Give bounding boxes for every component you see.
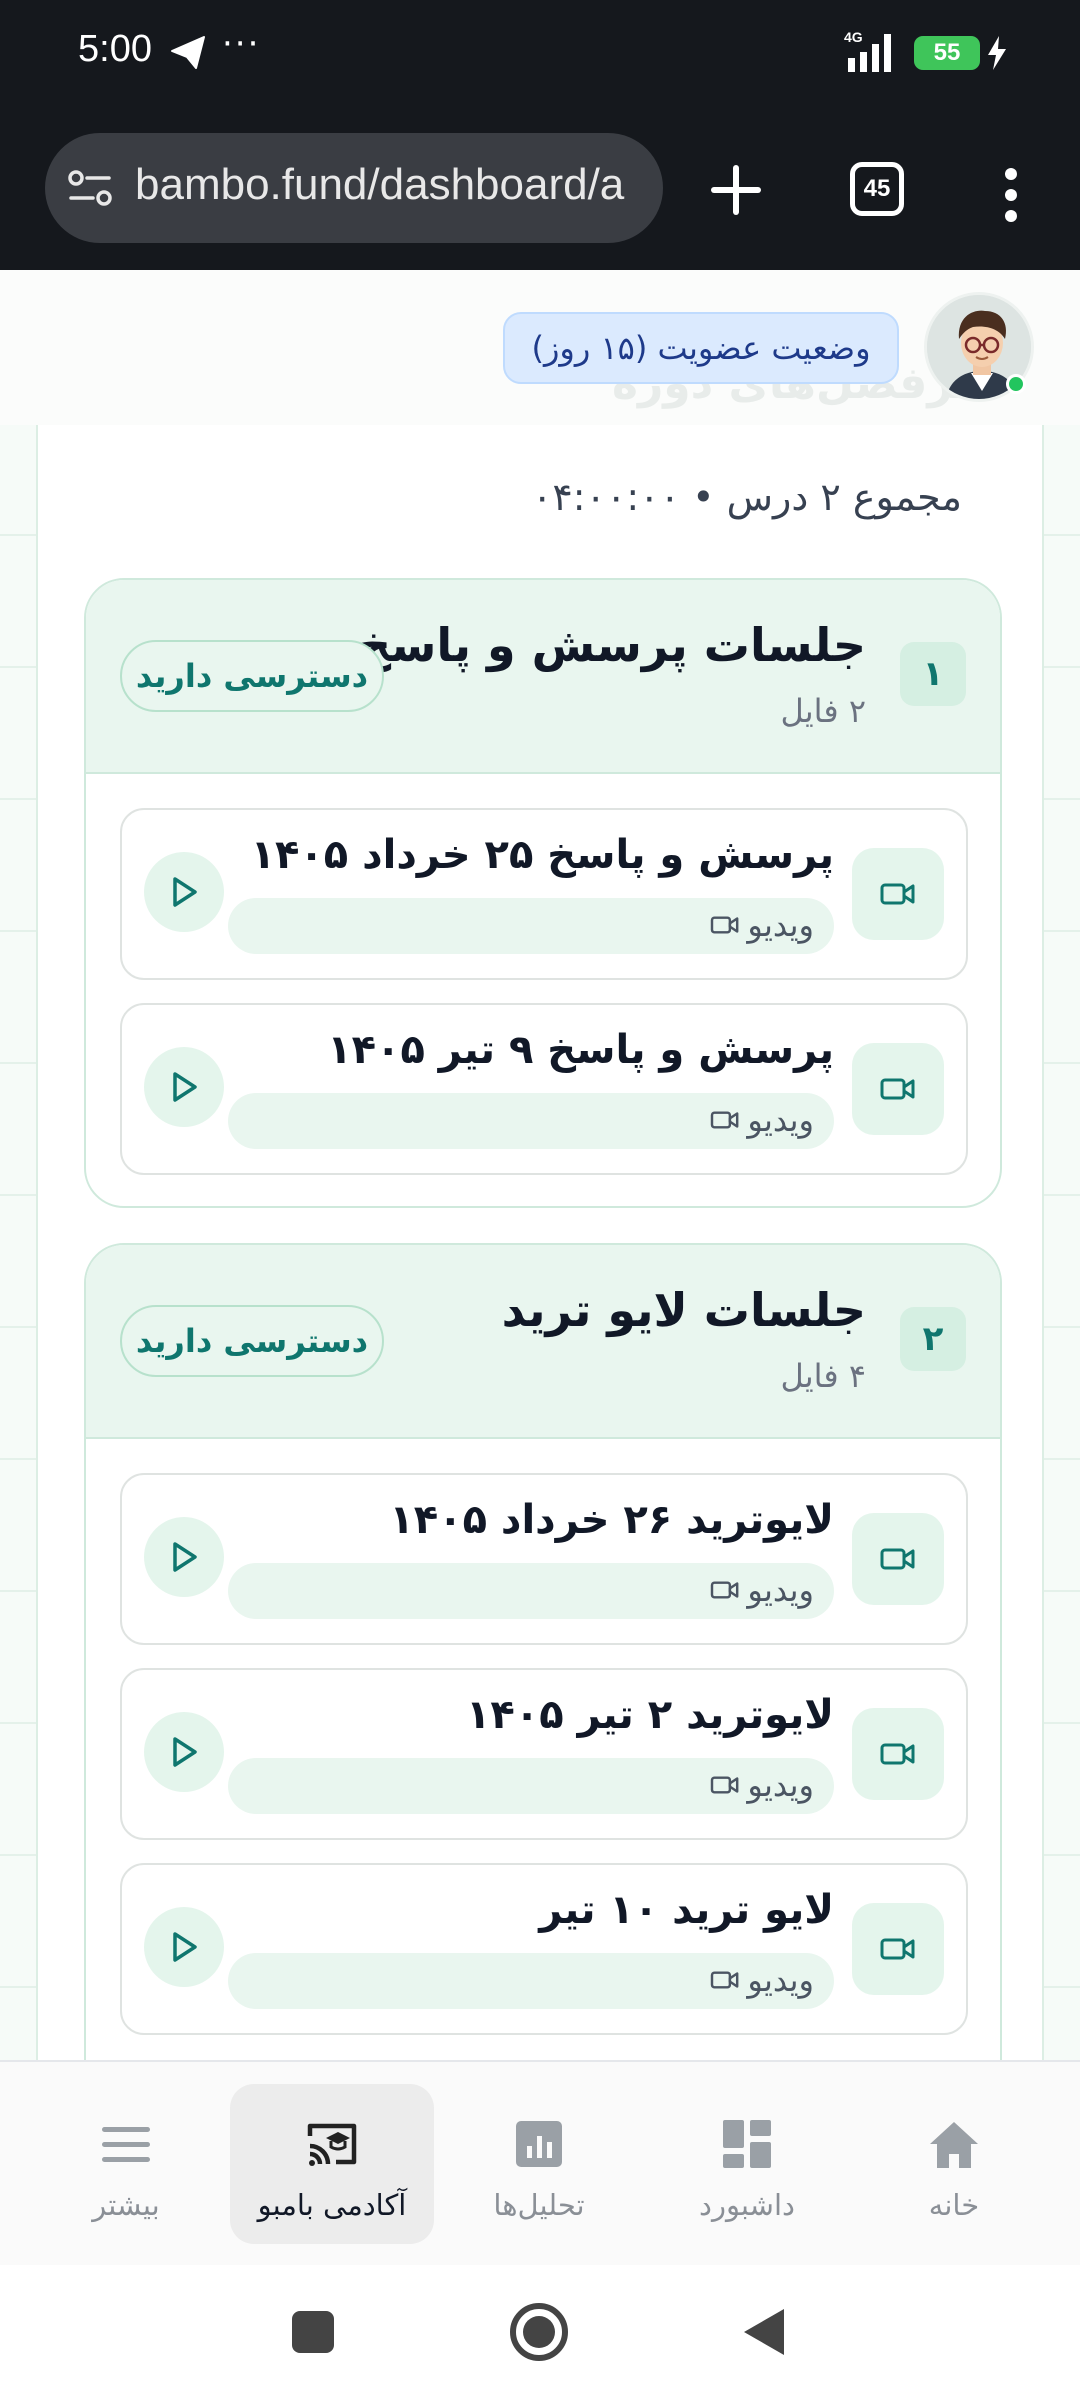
home-system-icon[interactable] — [508, 2301, 570, 2363]
menu-icon — [102, 2127, 150, 2162]
lesson-type-label: ویدیو — [747, 1571, 814, 1609]
play-icon — [173, 1542, 197, 1572]
more-options-icon[interactable] — [996, 165, 1026, 225]
play-button[interactable] — [144, 852, 224, 932]
nav-label: تحلیل‌ها — [493, 2188, 585, 2222]
dashboard-icon — [723, 2120, 771, 2168]
lesson-type-label: ویدیو — [747, 906, 814, 944]
membership-status-badge[interactable]: وضعیت عضویت (۱۵ روز) — [503, 312, 899, 384]
page-content: مجموع ۲ درس • ۰۴:۰۰:۰۰ ۱ جلسات پرسش و پا… — [0, 270, 1080, 2060]
access-badge: دسترسی دارید — [120, 1305, 384, 1377]
section-file-count: ۲ فایل — [780, 692, 866, 730]
lesson-type-label: ویدیو — [747, 1101, 814, 1139]
video-type-icon — [710, 1581, 739, 1599]
section-card: ۱ جلسات پرسش و پاسخ ۲ فایل دسترسی دارید … — [84, 578, 1002, 1208]
lesson-type-bar: ویدیو — [228, 1758, 834, 1814]
lesson-title: لایوترید ۲ تیر ۱۴۰۵ — [465, 1692, 834, 1738]
section-number: ۱ — [900, 642, 966, 706]
section-number: ۲ — [900, 1307, 966, 1371]
video-icon — [852, 1708, 944, 1800]
access-badge: دسترسی دارید — [120, 640, 384, 712]
section-file-count: ۴ فایل — [780, 1357, 866, 1395]
tab-switcher-button[interactable]: 45 — [850, 162, 904, 216]
online-status-dot — [1006, 374, 1026, 394]
back-icon[interactable] — [742, 2307, 786, 2357]
section-header[interactable]: ۱ جلسات پرسش و پاسخ ۲ فایل دسترسی دارید — [86, 580, 1000, 774]
telegram-icon — [171, 36, 205, 69]
section-card: ۲ جلسات لایو ترید ۴ فایل دسترسی دارید لا… — [84, 1243, 1002, 2060]
play-button[interactable] — [144, 1047, 224, 1127]
status-bar: 5:00 ··· 4G 55 — [0, 0, 1080, 105]
lesson-type-label: ویدیو — [747, 1766, 814, 1804]
section-title: جلسات پرسش و پاسخ — [358, 618, 866, 672]
nav-more[interactable]: بیشتر — [24, 2084, 228, 2244]
nav-academy[interactable]: آکادمی بامبو — [230, 2084, 434, 2244]
lesson-item[interactable]: لایوترید ۲۶ خرداد ۱۴۰۵ ویدیو — [120, 1473, 968, 1645]
course-panel: مجموع ۲ درس • ۰۴:۰۰:۰۰ ۱ جلسات پرسش و پا… — [36, 425, 1044, 2060]
course-summary: مجموع ۲ درس • ۰۴:۰۰:۰۰ — [531, 475, 962, 519]
lesson-type-bar: ویدیو — [228, 1093, 834, 1149]
play-icon — [173, 877, 197, 907]
home-icon — [930, 2122, 978, 2168]
lesson-title: پرسش و پاسخ ۲۵ خرداد ۱۴۰۵ — [250, 832, 834, 878]
url-text[interactable]: bambo.fund/dashboard/a — [135, 160, 624, 210]
play-button[interactable] — [144, 1517, 224, 1597]
page-header: سرفصل‌های دوره وضعیت عضویت (۱۵ روز) — [0, 270, 1080, 425]
lesson-type-bar: ویدیو — [228, 1563, 834, 1619]
new-tab-icon[interactable] — [706, 160, 766, 220]
nav-dashboard[interactable]: داشبورد — [645, 2084, 849, 2244]
video-icon — [852, 1903, 944, 1995]
browser-toolbar: bambo.fund/dashboard/a 45 — [0, 105, 1080, 270]
lesson-type-bar: ویدیو — [228, 1953, 834, 2009]
system-navigation-bar — [0, 2265, 1080, 2400]
status-time: 5:00 — [78, 28, 152, 70]
nav-label: بیشتر — [92, 2188, 160, 2222]
url-bar[interactable]: bambo.fund/dashboard/a — [45, 133, 663, 243]
charging-icon — [988, 36, 1006, 70]
lesson-item[interactable]: پرسش و پاسخ ۹ تیر ۱۴۰۵ ویدیو — [120, 1003, 968, 1175]
section-header[interactable]: ۲ جلسات لایو ترید ۴ فایل دسترسی دارید — [86, 1245, 1000, 1439]
battery-indicator: 55 — [914, 36, 980, 70]
play-icon — [173, 1737, 197, 1767]
play-icon — [173, 1932, 197, 1962]
bottom-navigation: خانه داشبورد تحلیل‌ها آکادمی بامبو — [0, 2060, 1080, 2265]
more-notifications-icon: ··· — [222, 24, 261, 64]
play-button[interactable] — [144, 1907, 224, 1987]
nav-label: آکادمی بامبو — [257, 2188, 407, 2222]
video-icon — [852, 848, 944, 940]
lesson-type-label: ویدیو — [747, 1961, 814, 1999]
video-icon — [852, 1043, 944, 1135]
nav-analysis[interactable]: تحلیل‌ها — [437, 2084, 641, 2244]
academy-icon — [307, 2123, 357, 2166]
network-type: 4G — [844, 29, 863, 45]
lesson-title: لایو ترید ۱۰ تیر — [539, 1887, 834, 1933]
nav-label: خانه — [928, 2188, 980, 2222]
site-settings-icon[interactable] — [67, 167, 113, 209]
section-title: جلسات لایو ترید — [501, 1283, 866, 1337]
video-type-icon — [710, 1111, 739, 1129]
play-icon — [173, 1072, 197, 1102]
lesson-type-bar: ویدیو — [228, 898, 834, 954]
recents-icon[interactable] — [290, 2309, 336, 2355]
video-icon — [852, 1513, 944, 1605]
signal-icon: 4G — [844, 29, 891, 72]
nav-label: داشبورد — [699, 2188, 795, 2222]
lesson-item[interactable]: پرسش و پاسخ ۲۵ خرداد ۱۴۰۵ ویدیو — [120, 808, 968, 980]
video-type-icon — [710, 916, 739, 934]
lesson-title: پرسش و پاسخ ۹ تیر ۱۴۰۵ — [327, 1027, 834, 1073]
lesson-item[interactable]: لایو ترید ۱۰ تیر ویدیو — [120, 1863, 968, 2035]
video-type-icon — [710, 1776, 739, 1794]
lesson-item[interactable]: لایوترید ۲ تیر ۱۴۰۵ ویدیو — [120, 1668, 968, 1840]
nav-home[interactable]: خانه — [852, 2084, 1056, 2244]
video-type-icon — [710, 1971, 739, 1989]
chart-icon — [516, 2121, 562, 2167]
lesson-title: لایوترید ۲۶ خرداد ۱۴۰۵ — [389, 1497, 834, 1543]
play-button[interactable] — [144, 1712, 224, 1792]
